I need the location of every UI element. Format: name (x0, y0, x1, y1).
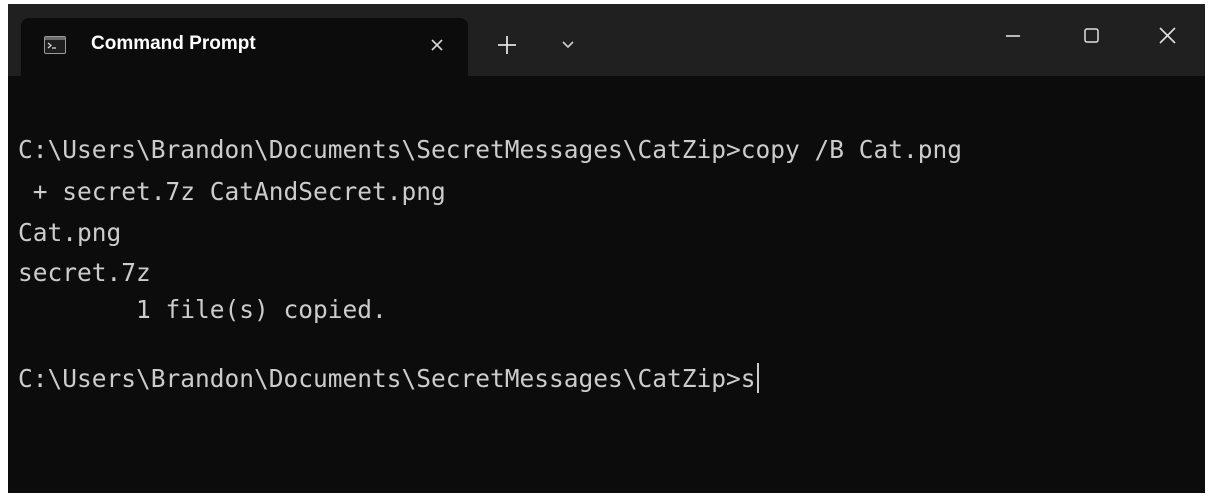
tab-title: Command Prompt (91, 33, 256, 54)
prompt-text: C:\Users\Brandon\Documents\SecretMessage… (18, 364, 756, 393)
minimize-icon (1006, 35, 1020, 37)
console-line: C:\Users\Brandon\Documents\SecretMessage… (18, 135, 963, 164)
title-bar: Command Prompt (8, 4, 1205, 76)
text-cursor (756, 363, 759, 393)
chevron-down-icon[interactable] (560, 38, 576, 52)
tab-command-prompt[interactable]: Command Prompt (21, 18, 468, 76)
console-line: Cat.png (18, 218, 122, 247)
console-output[interactable]: C:\Users\Brandon\Documents\SecretMessage… (8, 76, 1205, 493)
minimize-button[interactable] (992, 16, 1036, 56)
maximize-icon (1084, 28, 1099, 43)
console-line: + secret.7z CatAndSecret.png (18, 177, 446, 206)
close-button[interactable] (1146, 16, 1190, 56)
prompt-line[interactable]: C:\Users\Brandon\Documents\SecretMessage… (18, 363, 759, 393)
command-prompt-icon (44, 36, 66, 54)
console-line: 1 file(s) copied. (18, 295, 387, 324)
terminal-window: Command Prompt C:\Users\Brandon\Document… (8, 4, 1205, 493)
maximize-button[interactable] (1070, 16, 1114, 56)
console-line: secret.7z (18, 258, 151, 287)
new-tab-plus-icon[interactable] (494, 32, 520, 58)
tab-close-icon[interactable] (426, 34, 448, 56)
close-icon (1159, 27, 1176, 44)
